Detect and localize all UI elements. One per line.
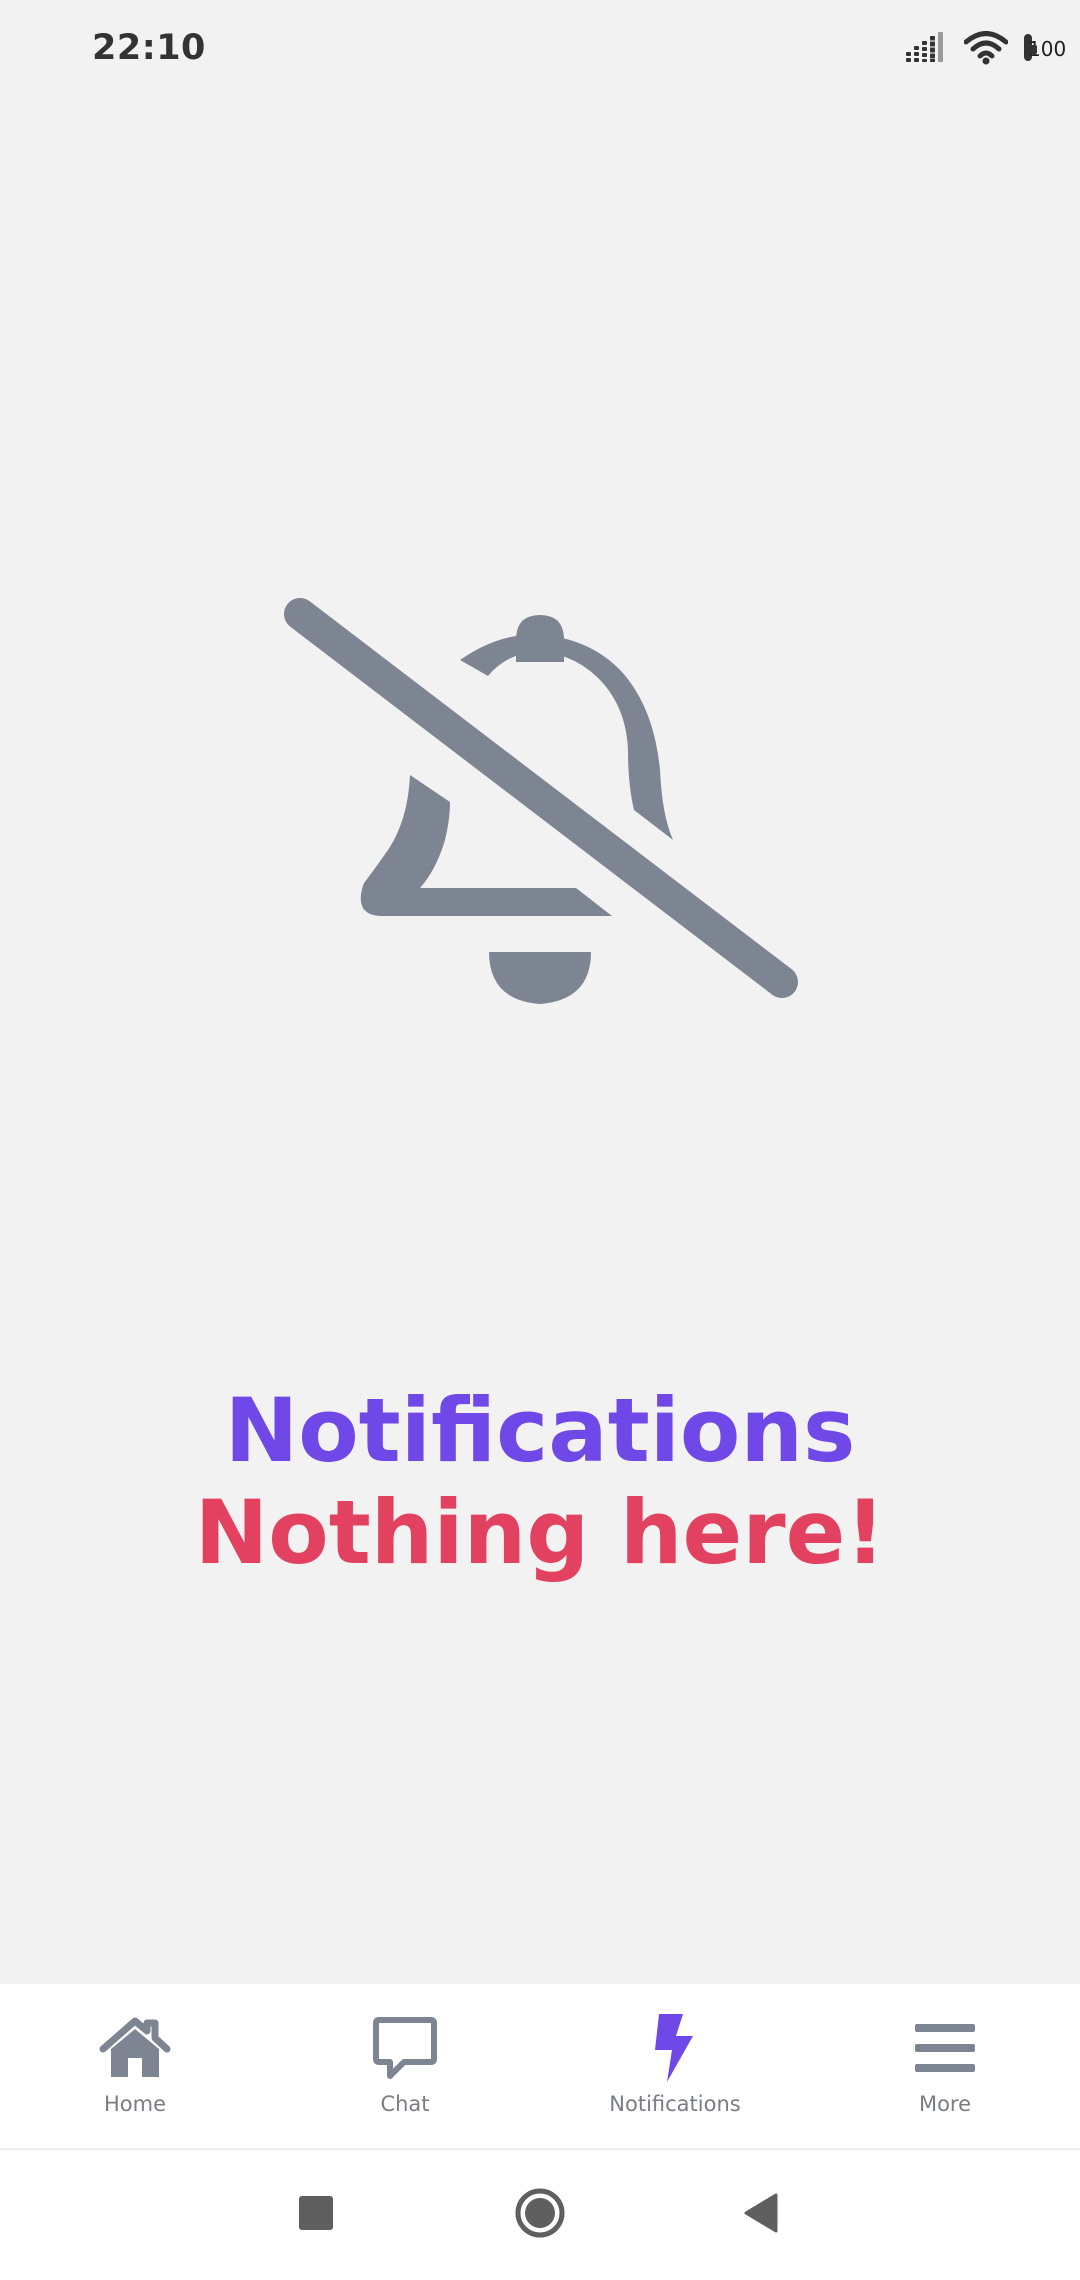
nav-item-notifications[interactable]: Notifications xyxy=(540,1984,810,2148)
recents-button[interactable] xyxy=(276,2175,356,2255)
circle-icon xyxy=(514,2187,566,2243)
system-navigation xyxy=(0,2150,1080,2280)
bottom-navigation: Home Chat Notifications More xyxy=(0,1984,1080,2150)
wifi-icon xyxy=(963,31,1009,65)
back-triangle-icon xyxy=(742,2193,778,2237)
back-button[interactable] xyxy=(720,2175,800,2255)
chat-icon xyxy=(365,2012,445,2084)
nav-label-more: More xyxy=(918,2092,972,2116)
status-icons: 100 xyxy=(906,28,1066,68)
nav-item-chat[interactable]: Chat xyxy=(270,1984,540,2148)
home-button[interactable] xyxy=(500,2175,580,2255)
lightning-icon xyxy=(635,2012,715,2084)
bell-off-icon xyxy=(270,580,810,1020)
nav-label-chat: Chat xyxy=(380,2092,430,2116)
nav-label-notifications: Notifications xyxy=(609,2092,741,2116)
menu-icon xyxy=(905,2012,985,2084)
signal-icon xyxy=(906,32,948,64)
nav-item-home[interactable]: Home xyxy=(0,1984,270,2148)
status-bar: 22:10 100 xyxy=(0,0,1080,96)
status-time: 22:10 xyxy=(92,28,206,68)
home-icon xyxy=(95,2012,175,2084)
empty-state-message: Nothing here! xyxy=(194,1481,886,1584)
battery: 100 xyxy=(1024,34,1066,61)
empty-state-text: Notifications Nothing here! xyxy=(0,1380,1080,1584)
square-icon xyxy=(298,2195,334,2235)
nav-label-home: Home xyxy=(103,2092,166,2116)
nav-item-more[interactable]: More xyxy=(810,1984,1080,2148)
empty-state-title: Notifications xyxy=(224,1379,856,1482)
